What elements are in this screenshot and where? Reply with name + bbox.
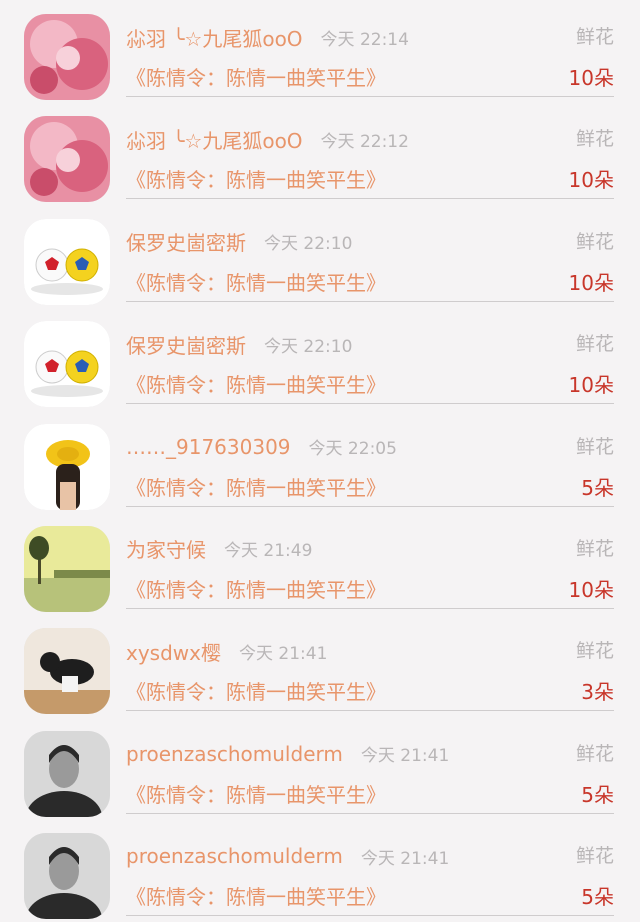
gift-type-label: 鲜花: [575, 845, 614, 868]
book-title-link[interactable]: 《陈情令：陈情一曲笑平生》: [126, 60, 386, 96]
avatar[interactable]: [24, 14, 110, 100]
user-name[interactable]: proenzaschomulderm: [126, 742, 343, 766]
gift-count: 5朵: [581, 782, 614, 807]
book-title-link[interactable]: 《陈情令：陈情一曲笑平生》: [126, 879, 386, 915]
list-item[interactable]: proenzaschomulderm 今天 21:41 鲜花 《陈情令：陈情一曲…: [0, 717, 640, 819]
timestamp: 今天 21:41: [238, 643, 328, 664]
book-title-link[interactable]: 《陈情令：陈情一曲笑平生》: [126, 674, 386, 710]
gift-count: 3朵: [581, 680, 614, 705]
avatar[interactable]: [24, 833, 110, 920]
list-item[interactable]: 保罗史崮密斯 今天 22:10 鲜花 《陈情令：陈情一曲笑平生》 10朵: [0, 205, 640, 307]
book-title-link[interactable]: 《陈情令：陈情一曲笑平生》: [126, 367, 386, 403]
avatar[interactable]: [24, 525, 110, 612]
avatar[interactable]: [24, 628, 110, 715]
timestamp: 今天 21:41: [360, 848, 450, 869]
list-item[interactable]: 尛羽 ╰☆九尾狐ooO 今天 22:12 鲜花 《陈情令：陈情一曲笑平生》 10…: [0, 102, 640, 204]
book-title-link[interactable]: 《陈情令：陈情一曲笑平生》: [126, 162, 386, 198]
timestamp: 今天 22:05: [308, 439, 397, 460]
user-name[interactable]: 为家守候: [126, 534, 206, 563]
book-title-link[interactable]: 《陈情令：陈情一曲笑平生》: [126, 777, 386, 813]
book-title-link[interactable]: 《陈情令：陈情一曲笑平生》: [126, 572, 386, 608]
list-item[interactable]: ……_917630309 今天 22:05 鲜花 《陈情令：陈情一曲笑平生》 5…: [0, 410, 640, 512]
gift-type-label: 鲜花: [575, 26, 614, 48]
gift-count: 10朵: [568, 373, 614, 398]
gift-count: 5朵: [581, 475, 614, 500]
avatar[interactable]: [24, 218, 110, 305]
gift-count: 5朵: [581, 885, 614, 910]
timestamp: 今天 21:41: [360, 746, 450, 767]
gift-record-list: 尛羽 ╰☆九尾狐ooO 今天 22:14 鲜花 《陈情令：陈情一曲笑平生》 10…: [0, 0, 640, 922]
avatar[interactable]: [24, 423, 110, 510]
gift-type-label: 鲜花: [575, 435, 614, 458]
user-name[interactable]: 保罗史崮密斯: [126, 227, 246, 256]
gift-type-label: 鲜花: [575, 230, 614, 253]
timestamp: 今天 22:14: [320, 29, 409, 50]
user-name[interactable]: ……_917630309: [126, 435, 291, 459]
user-name[interactable]: 尛羽 ╰☆九尾狐ooO: [126, 125, 303, 154]
book-title-link[interactable]: 《陈情令：陈情一曲笑平生》: [126, 470, 386, 506]
gift-count: 10朵: [568, 577, 614, 602]
avatar[interactable]: [24, 116, 110, 203]
user-name[interactable]: 尛羽 ╰☆九尾狐ooO: [126, 23, 303, 52]
list-item[interactable]: xysdwx樱 今天 21:41 鲜花 《陈情令：陈情一曲笑平生》 3朵: [0, 614, 640, 716]
timestamp: 今天 22:10: [264, 234, 353, 255]
gift-type-label: 鲜花: [575, 537, 614, 560]
gift-count: 10朵: [568, 168, 614, 193]
list-item[interactable]: proenzaschomulderm 今天 21:41 鲜花 《陈情令：陈情一曲…: [0, 819, 640, 921]
timestamp: 今天 21:49: [224, 541, 313, 562]
gift-count: 10朵: [568, 66, 614, 90]
gift-type-label: 鲜花: [575, 333, 614, 356]
user-name[interactable]: proenzaschomulderm: [126, 844, 343, 868]
list-item[interactable]: 为家守候 今天 21:49 鲜花 《陈情令：陈情一曲笑平生》 10朵: [0, 512, 640, 614]
list-item[interactable]: 尛羽 ╰☆九尾狐ooO 今天 22:14 鲜花 《陈情令：陈情一曲笑平生》 10…: [0, 0, 640, 102]
timestamp: 今天 22:12: [320, 131, 409, 152]
user-name[interactable]: 保罗史崮密斯: [126, 330, 246, 359]
timestamp: 今天 22:10: [264, 336, 353, 357]
user-name[interactable]: xysdwx樱: [126, 637, 221, 666]
gift-type-label: 鲜花: [575, 640, 614, 663]
book-title-link[interactable]: 《陈情令：陈情一曲笑平生》: [126, 265, 386, 301]
avatar[interactable]: [24, 321, 110, 408]
gift-type-label: 鲜花: [575, 128, 614, 151]
avatar[interactable]: [24, 730, 110, 817]
gift-count: 10朵: [568, 270, 614, 295]
gift-type-label: 鲜花: [575, 742, 614, 765]
list-item[interactable]: 保罗史崮密斯 今天 22:10 鲜花 《陈情令：陈情一曲笑平生》 10朵: [0, 307, 640, 409]
